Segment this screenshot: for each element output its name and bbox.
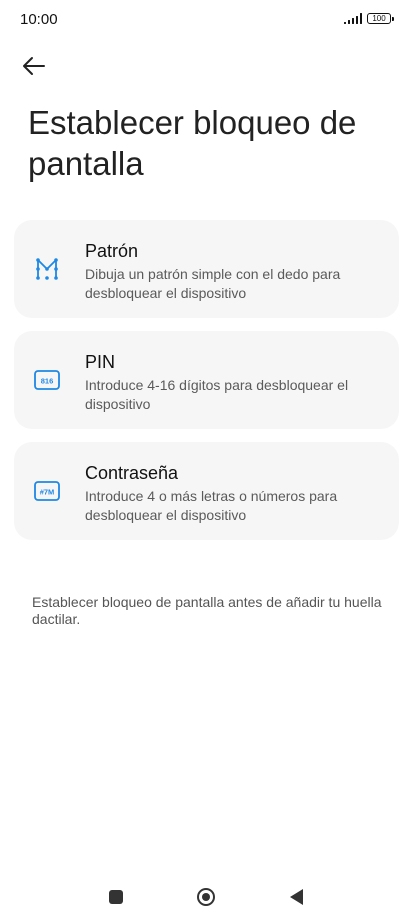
option-description: Introduce 4 o más letras o números para … <box>85 488 338 523</box>
pin-icon: 816 <box>34 367 60 393</box>
home-button[interactable] <box>193 884 219 910</box>
battery-level: 100 <box>372 13 386 23</box>
option-pattern[interactable]: Patrón Dibuja un patrón simple con el de… <box>14 220 399 318</box>
option-password[interactable]: #7M Contraseña Introduce 4 o más letras … <box>14 442 399 540</box>
password-icon: #7M <box>34 478 60 504</box>
option-description: Introduce 4-16 dígitos para desbloquear … <box>85 377 349 412</box>
recent-apps-button[interactable] <box>103 884 129 910</box>
option-description: Dibuja un patrón simple con el dedo para… <box>85 266 341 301</box>
signal-icon <box>343 13 362 24</box>
status-bar: 10:00 100 <box>0 0 413 40</box>
triangle-left-icon <box>289 889 303 905</box>
option-title: PIN <box>85 352 116 372</box>
option-pattern-text: Patrón Dibuja un patrón simple con el de… <box>85 240 385 303</box>
navigation-bar <box>0 868 413 920</box>
status-icons: 100 <box>343 13 394 24</box>
lock-option-list: Patrón Dibuja un patrón simple con el de… <box>14 220 399 553</box>
option-title: Patrón <box>85 241 139 261</box>
fingerprint-hint: Establecer bloqueo de pantalla antes de … <box>32 594 382 627</box>
option-title: Contraseña <box>85 463 179 483</box>
battery-icon: 100 <box>367 13 394 24</box>
circle-icon <box>197 888 215 906</box>
page-title: Establecer bloqueo de pantalla <box>28 104 357 182</box>
status-time: 10:00 <box>20 11 58 28</box>
nav-back-button[interactable] <box>283 884 309 910</box>
square-icon <box>109 890 123 904</box>
pin-icon-text: 816 <box>41 377 54 386</box>
pattern-icon <box>34 256 60 282</box>
screen: 10:00 100 Establecer bloqueo de pantalla <box>0 0 413 920</box>
option-pin[interactable]: 816 PIN Introduce 4-16 dígitos para desb… <box>14 331 399 429</box>
password-icon-text: #7M <box>40 488 55 497</box>
arrow-left-icon <box>23 57 45 75</box>
option-pin-text: PIN Introduce 4-16 dígitos para desbloqu… <box>85 351 385 414</box>
option-password-text: Contraseña Introduce 4 o más letras o nú… <box>85 462 385 525</box>
back-button[interactable] <box>22 48 62 84</box>
